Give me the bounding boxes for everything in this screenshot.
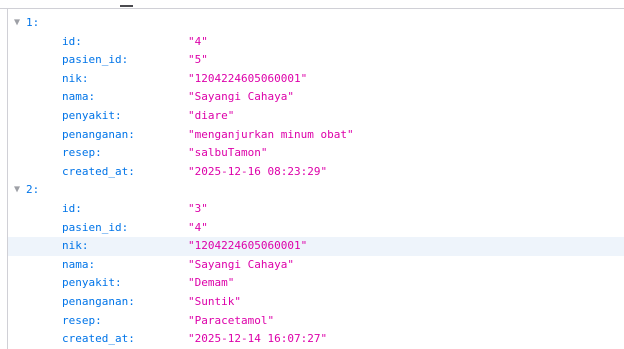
expanded-toggle-icon[interactable]: ▼ [14,14,26,33]
property-row[interactable]: id: "4" [8,33,624,52]
property-key: nama: [62,257,96,271]
property-value: "Demam" [188,276,235,290]
property-row[interactable]: resep: "Paracetamol" [8,312,624,331]
property-key: nik: [62,239,89,253]
property-value: "Sayangi Cahaya" [188,257,294,271]
property-value: "2025-12-16 08:23:29" [188,164,328,178]
property-value: "5" [188,53,208,67]
property-key: nama: [62,90,96,104]
property-row[interactable]: pasien_id: "5" [8,51,624,70]
property-row[interactable]: nama: "Sayangi Cahaya" [8,256,624,275]
object-key: 1: [26,16,40,29]
property-row[interactable]: penyakit: "diare" [8,107,624,126]
property-key: nik: [62,71,89,85]
property-key: id: [62,201,82,215]
property-key: created_at: [62,164,135,178]
property-value: "1204224605060001" [188,239,308,253]
scroll-indicator [120,5,133,7]
property-value: "1204224605060001" [188,71,308,85]
property-key: pasien_id: [62,53,129,67]
property-value: "2025-12-14 16:07:27" [188,332,328,346]
property-row[interactable]: penyakit: "Demam" [8,274,624,293]
property-row[interactable]: penanganan: "menganjurkan minum obat" [8,126,624,145]
expanded-toggle-icon[interactable]: ▼ [14,181,26,200]
property-row-hovered[interactable]: nik: "1204224605060001" [8,237,624,256]
property-value: "Sayangi Cahaya" [188,90,294,104]
property-key: resep: [62,146,102,160]
property-row[interactable]: id: "3" [8,200,624,219]
object-row[interactable]: ▼ 2: [8,181,624,200]
property-key: penyakit: [62,276,122,290]
property-key: penanganan: [62,294,135,308]
property-row[interactable]: penanganan: "Suntik" [8,293,624,312]
property-key: created_at: [62,332,135,346]
property-value: "3" [188,201,208,215]
property-value: "4" [188,34,208,48]
property-value: "Suntik" [188,294,241,308]
property-row[interactable]: resep: "salbuTamon" [8,144,624,163]
property-key: pasien_id: [62,220,129,234]
property-value: "Paracetamol" [188,313,275,327]
property-value: "diare" [188,108,235,122]
object-row[interactable]: ▼ 1: [8,14,624,33]
property-key: resep: [62,313,102,327]
property-value: "salbuTamon" [188,146,268,160]
property-row[interactable]: created_at: "2025-12-14 16:07:27" [8,330,624,349]
panel-border-top [0,8,624,9]
property-key: penanganan: [62,127,135,141]
json-viewer: ▼ 1: id: "4" pasien_id: "5" nik: "120422460… [0,0,624,349]
property-key: penyakit: [62,108,122,122]
property-row[interactable]: nama: "Sayangi Cahaya" [8,88,624,107]
json-tree: ▼ 1: id: "4" pasien_id: "5" nik: "120422460… [8,14,624,349]
property-value: "menganjurkan minum obat" [188,127,354,141]
object-key: 2: [26,183,40,197]
property-row[interactable]: nik: "1204224605060001" [8,70,624,89]
property-key: id: [62,34,82,48]
property-row[interactable]: pasien_id: "4" [8,219,624,238]
property-row[interactable]: created_at: "2025-12-16 08:23:29" [8,163,624,182]
property-value: "4" [188,220,208,234]
